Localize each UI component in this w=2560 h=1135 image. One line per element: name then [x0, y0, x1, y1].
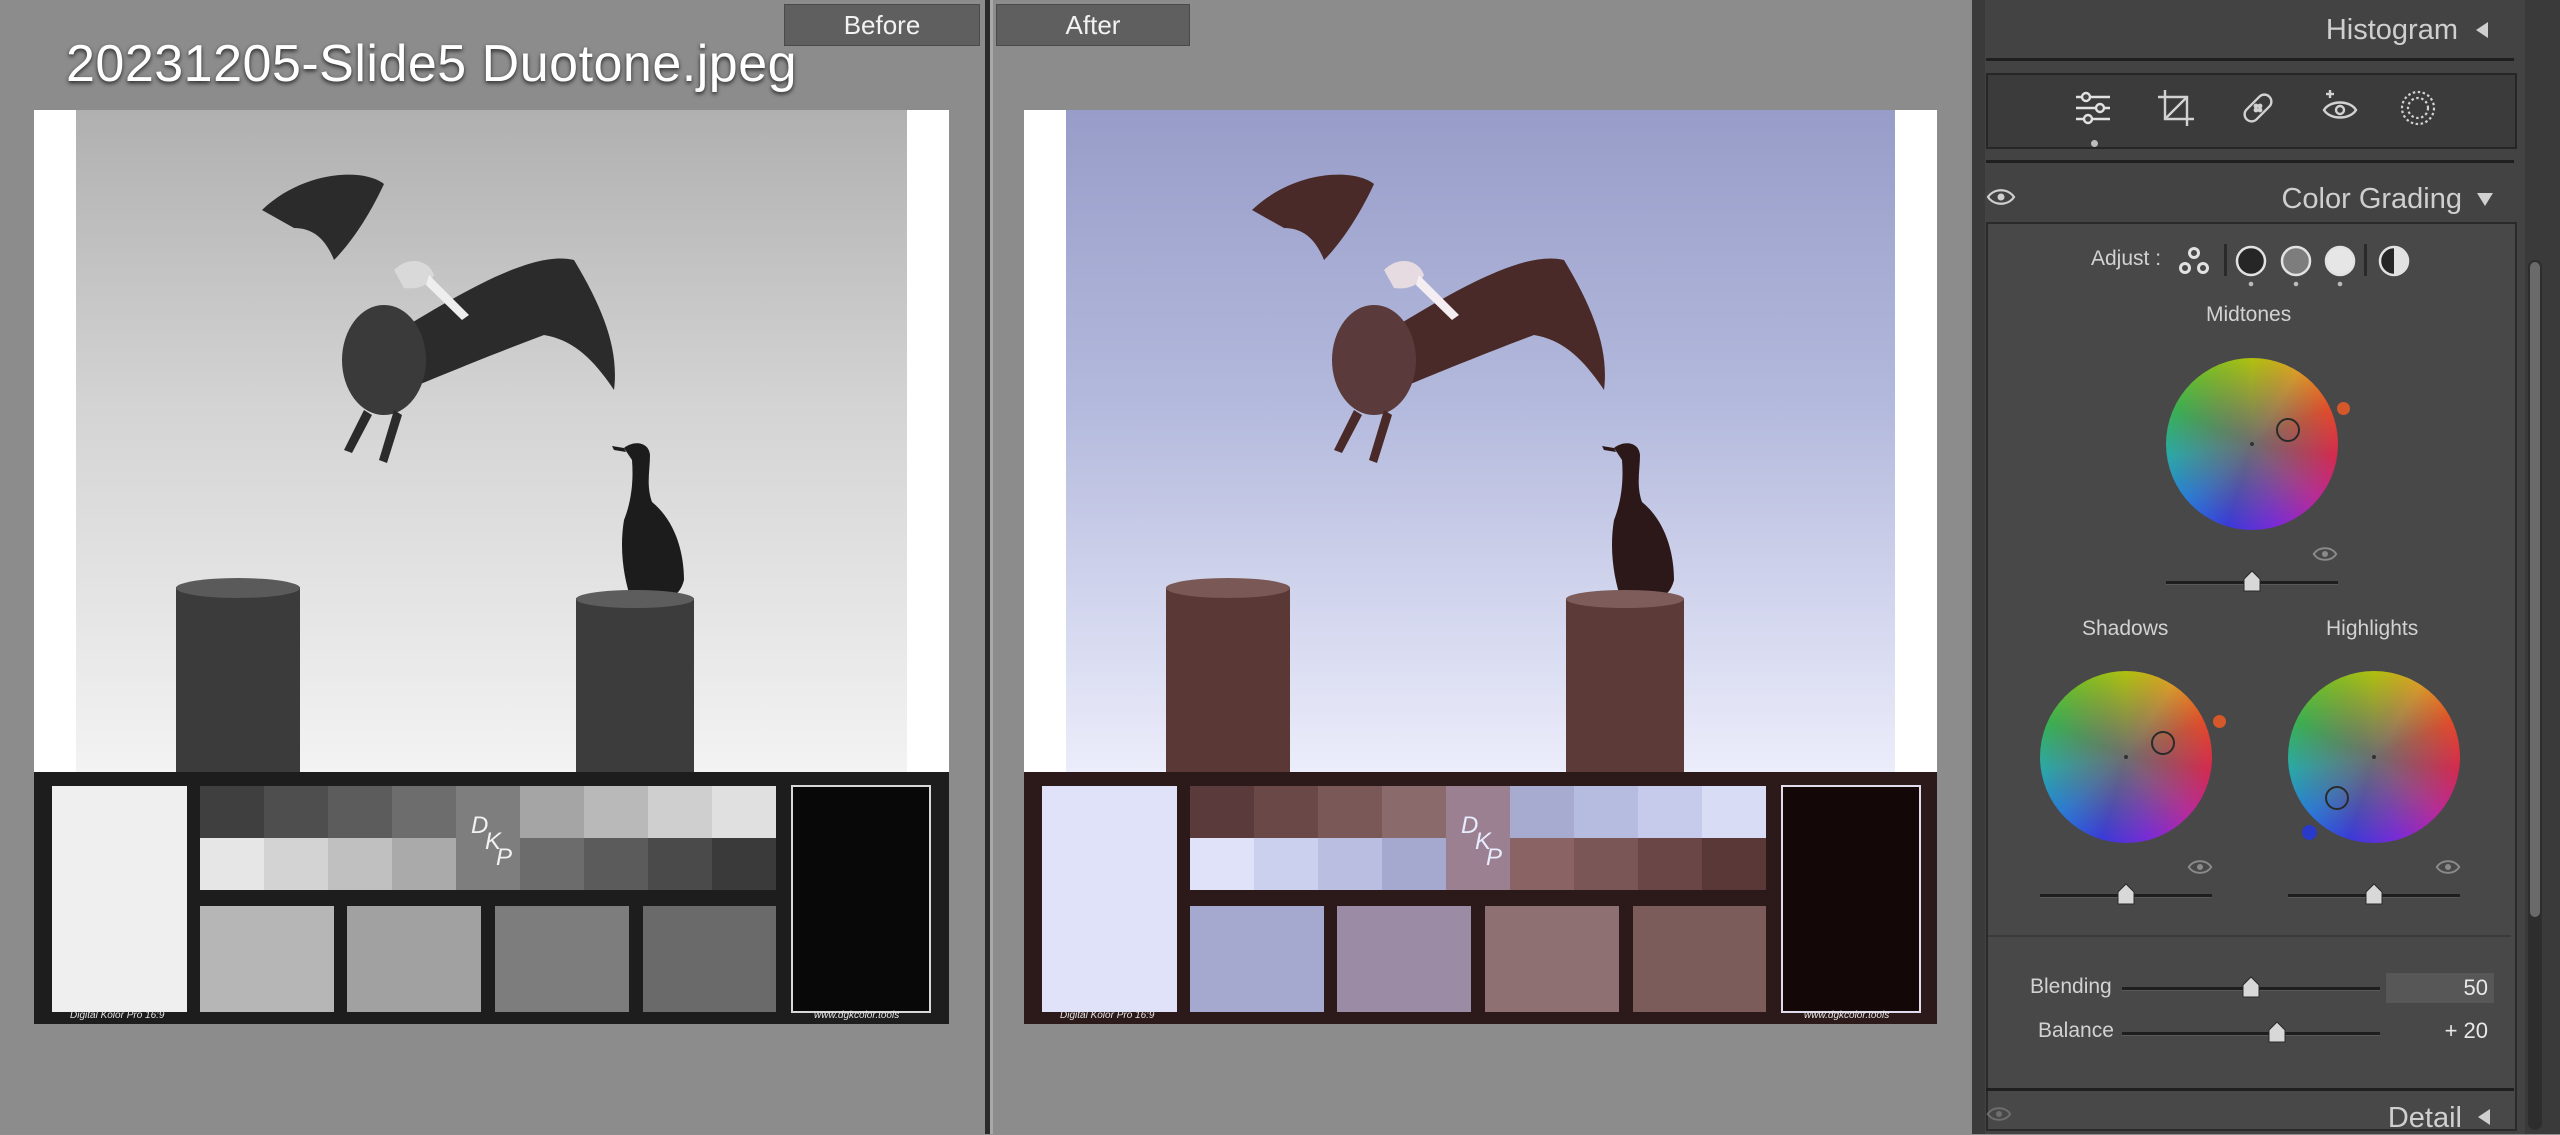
shadows-label: Shadows [2082, 617, 2169, 640]
before-tab-label: Before [843, 10, 921, 40]
highlights-wheel-handle[interactable] [2325, 786, 2349, 810]
collapse-down-icon[interactable] [2476, 191, 2494, 207]
histogram-label: Histogram [2325, 14, 2458, 46]
detail-collapse-left-icon[interactable] [2476, 1108, 2492, 1126]
highlights-label: Highlights [2326, 617, 2419, 640]
target-footer-right: www.dgkcolor.tools [814, 1010, 900, 1021]
healing-icon[interactable] [2236, 86, 2280, 130]
panel-visibility-eye-icon[interactable] [1986, 187, 2016, 207]
blending-thumb[interactable] [2242, 976, 2260, 998]
color-grading-title: Color Grading [2281, 183, 2462, 215]
highlights-color-wheel[interactable] [2288, 671, 2460, 843]
histogram-divider [1986, 58, 2514, 61]
adjust-label: Adjust : [2091, 247, 2162, 270]
blending-value[interactable]: 50 [2386, 973, 2494, 1003]
after-tab[interactable]: After [996, 4, 1190, 46]
adjust-separator-2 [2364, 244, 2367, 276]
balance-slider[interactable] [2122, 1032, 2380, 1036]
global-mode-icon[interactable] [2377, 244, 2411, 278]
before-tab[interactable]: Before [784, 4, 980, 46]
shadows-luminance-thumb[interactable] [2117, 883, 2135, 905]
active-tool-indicator [2091, 140, 2098, 147]
midtones-wheel-handle[interactable] [2276, 418, 2300, 442]
three-way-mode-icon[interactable] [2177, 244, 2211, 278]
shadows-wheel-center-dot [2124, 755, 2128, 759]
target-footer-left: Digital Kolor Pro 16:9 [70, 1010, 165, 1021]
balance-value[interactable]: + 20 [2386, 1018, 2488, 1044]
histogram-header[interactable]: Histogram [1986, 6, 2514, 52]
target-logo-p-after: P [1486, 844, 1503, 871]
midtones-label: Midtones [2206, 303, 2292, 326]
shadows-visibility-eye-icon[interactable] [2187, 858, 2213, 876]
blending-label: Blending [2030, 975, 2112, 998]
panel-scrollbar-thumb[interactable] [2530, 262, 2540, 917]
highlights-hue-indicator [2302, 825, 2317, 840]
balance-label: Balance [2038, 1019, 2114, 1042]
midtones-wheel-center-dot [2250, 442, 2254, 446]
file-title: 20231205-Slide5 Duotone.jpeg [66, 35, 798, 93]
masking-icon[interactable] [2396, 86, 2440, 130]
red-eye-icon[interactable] [2318, 86, 2362, 130]
compare-divider-highlight [990, 0, 993, 1134]
detail-visibility-eye-icon[interactable] [1986, 1105, 2012, 1123]
after-photo[interactable]: D K P Digital Kolor Pro 16:9 www.dgkcolo… [1024, 110, 1937, 1024]
highlights-luminance-thumb[interactable] [2365, 883, 2383, 905]
collapse-left-icon[interactable] [2474, 21, 2490, 39]
midtones-visibility-eye-icon[interactable] [2312, 545, 2338, 563]
midtones-mode-icon[interactable] [2279, 244, 2313, 288]
midtones-color-wheel[interactable] [2166, 358, 2338, 530]
balance-thumb[interactable] [2268, 1021, 2286, 1043]
highlights-mode-icon[interactable] [2323, 244, 2357, 288]
after-tab-label: After [1065, 10, 1121, 40]
shadows-mode-icon[interactable] [2234, 244, 2268, 288]
target-footer-right-after: www.dgkcolor.tools [1804, 1010, 1890, 1021]
adjust-separator [2224, 244, 2227, 276]
shadows-wheel-handle[interactable] [2151, 731, 2175, 755]
edit-sliders-icon[interactable] [2071, 86, 2115, 130]
midtones-hue-indicator [2337, 402, 2350, 415]
wheels-divider [1988, 935, 2511, 937]
tool-strip-divider [1986, 160, 2514, 163]
detail-header[interactable]: Detail [1986, 1094, 2514, 1134]
shadows-hue-indicator [2213, 715, 2226, 728]
highlights-wheel-center-dot [2372, 755, 2376, 759]
target-logo-p: P [496, 844, 513, 871]
highlights-visibility-eye-icon[interactable] [2435, 858, 2461, 876]
crop-icon[interactable] [2154, 86, 2198, 130]
before-photo[interactable]: D K P Digital Kolor Pro 16:9 www.dgkcolo… [34, 110, 949, 1024]
detail-divider [1986, 1088, 2514, 1091]
color-grading-header[interactable]: Color Grading [1986, 175, 2514, 221]
midtones-luminance-thumb[interactable] [2243, 570, 2261, 592]
detail-label: Detail [2387, 1102, 2462, 1134]
shadows-color-wheel[interactable] [2040, 671, 2212, 843]
target-footer-left-after: Digital Kolor Pro 16:9 [1060, 1010, 1155, 1021]
